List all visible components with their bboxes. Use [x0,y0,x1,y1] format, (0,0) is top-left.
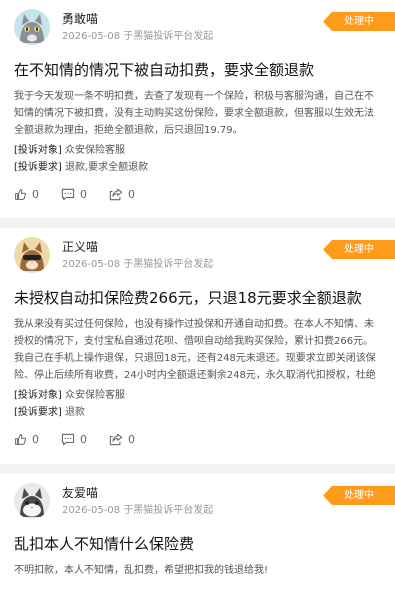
avatar[interactable] [14,483,50,519]
complaint-card[interactable]: 友爱喵 2026-05-08 于黑猫投诉平台发起 处理中 乱扣本人不知情什么保险… [0,474,395,600]
comment-button[interactable]: 0 [61,188,87,201]
like-count: 0 [32,187,39,201]
complaint-card[interactable]: 勇敢喵 2026-05-08 于黑猫投诉平台发起 处理中 在不知情的情况下被自动… [0,0,395,218]
comment-count: 0 [80,432,87,446]
complaint-content[interactable]: 不明扣款，本人不知情，乱扣费，希望把扣我的钱退给我! [14,562,381,579]
cat-avatar-icon [14,237,50,273]
complaint-target: [投诉对象] 众安保险客服 [14,143,381,158]
target-label: [投诉对象] [14,390,62,401]
status-badge: 处理中 [323,240,395,259]
comment-icon [61,433,75,445]
share-button[interactable]: 0 [109,433,135,446]
share-icon [109,188,123,200]
thumb-up-icon [15,188,26,200]
status-badge: 处理中 [323,12,395,31]
complaint-title[interactable]: 在不知情的情况下被自动扣费，要求全额退款 [14,59,381,81]
status-badge: 处理中 [323,486,395,505]
complaint-title[interactable]: 乱扣本人不知情什么保险费 [14,533,381,555]
like-button[interactable]: 0 [14,188,39,201]
complaint-request: [投诉要求] 退款 [14,405,381,420]
cat-avatar-icon [14,483,50,519]
action-bar: 0 0 0 [14,420,381,458]
comment-count: 0 [80,187,87,201]
share-button[interactable]: 0 [109,188,135,201]
request-value: 退款,要求全额退款 [65,162,149,173]
request-label: [投诉要求] [14,162,62,173]
request-value: 退款 [65,407,85,418]
action-bar: 0 0 0 [14,175,381,213]
complaint-content[interactable]: 我从来没有买过任何保险，也没有操作过投保和开通自动扣费。在本人不知情、未授权的情… [14,316,381,384]
comment-icon [61,188,75,200]
complaint-title[interactable]: 未授权自动扣保险费266元，只退18元要求全额退款 [14,287,381,309]
share-count: 0 [128,187,135,201]
target-label: [投诉对象] [14,145,62,156]
target-value: 众安保险客服 [65,145,125,156]
target-value: 众安保险客服 [65,390,125,401]
complaint-request: [投诉要求] 退款,要求全额退款 [14,160,381,175]
complaint-target: [投诉对象] 众安保险客服 [14,388,381,403]
like-button[interactable]: 0 [14,433,39,446]
avatar[interactable] [14,9,50,45]
comment-button[interactable]: 0 [61,433,87,446]
avatar[interactable] [14,237,50,273]
thumb-up-icon [15,433,26,445]
cat-avatar-icon [14,9,50,45]
complaint-card[interactable]: 正义喵 2026-05-08 于黑猫投诉平台发起 处理中 未授权自动扣保险费26… [0,228,395,464]
complaint-content[interactable]: 我于今天发现一条不明扣费，去查了发现有一个保险，积极与客服沟通，自己在不知情的情… [14,88,381,139]
share-count: 0 [128,432,135,446]
request-label: [投诉要求] [14,407,62,418]
share-icon [109,433,123,445]
like-count: 0 [32,432,39,446]
